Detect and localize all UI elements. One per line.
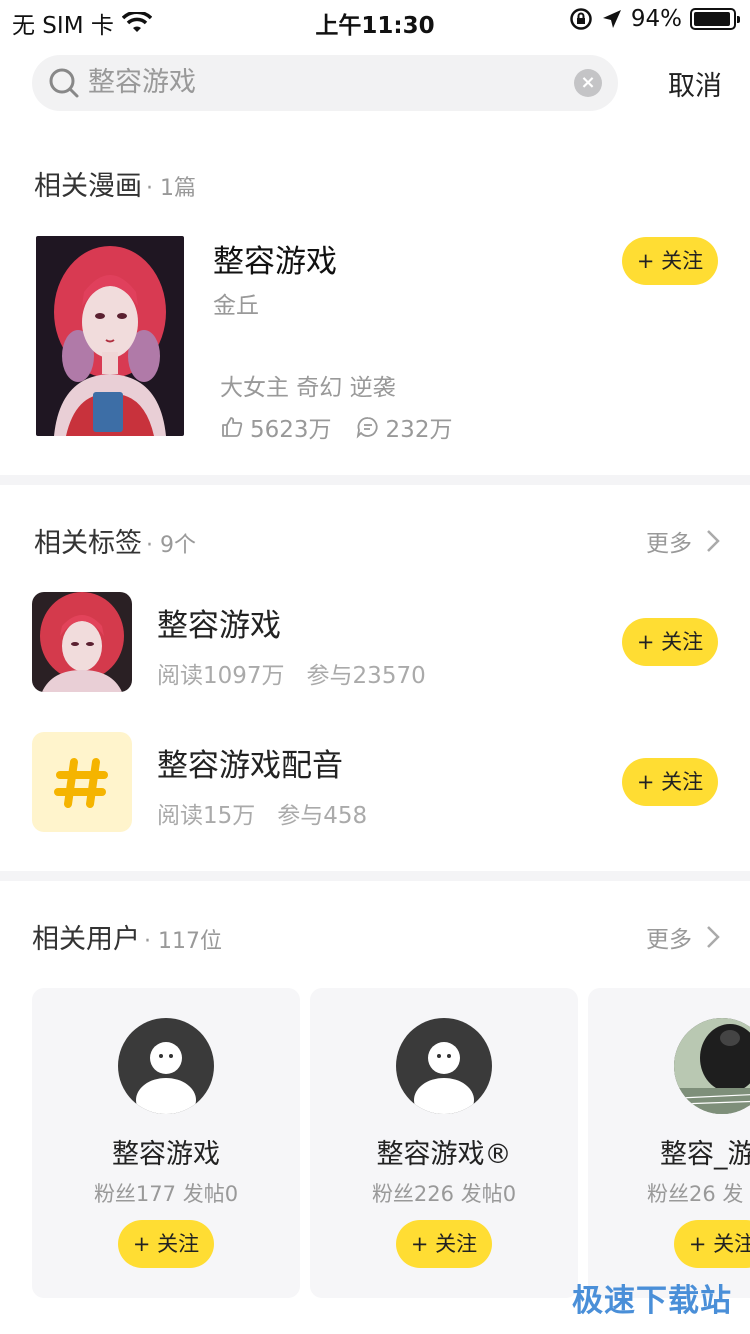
- user-meta: 粉丝26 发: [647, 1182, 744, 1206]
- battery-fill: [694, 12, 730, 26]
- tag-thumbnail-hash[interactable]: [32, 732, 132, 832]
- more-label: 更多: [646, 927, 692, 953]
- user-meta: 粉丝226 发帖0: [371, 1182, 517, 1206]
- section-title-comics: 相关漫画 · 1篇: [34, 164, 196, 203]
- tag-reads: 阅读1097万: [157, 663, 285, 689]
- tag-meta: 阅读1097万 参与23570: [157, 656, 426, 690]
- section-divider: [0, 871, 750, 881]
- section-label: 相关漫画: [34, 171, 142, 202]
- search-icon: [49, 68, 79, 98]
- section-label: 相关用户: [32, 924, 140, 955]
- search-bar[interactable]: ×: [32, 55, 618, 111]
- follow-user-button[interactable]: + 关注: [674, 1220, 750, 1268]
- tag-name[interactable]: 整容游戏: [157, 600, 281, 645]
- tag-participants: 参与458: [277, 803, 368, 829]
- more-label: 更多: [646, 531, 692, 557]
- user-name: 整容游戏®: [376, 1139, 512, 1170]
- chevron-right-icon: [707, 530, 720, 552]
- tag-thumbnail-art: [32, 592, 132, 692]
- follow-user-button[interactable]: + 关注: [118, 1220, 214, 1268]
- battery-percent: 94%: [630, 6, 682, 32]
- user-name: 整容_游: [660, 1139, 750, 1170]
- hashtag-icon: [54, 758, 108, 808]
- user-name: 整容游戏: [112, 1139, 220, 1170]
- watermark-label: 极速下载站: [572, 1283, 732, 1319]
- follow-user-button[interactable]: + 关注: [396, 1220, 492, 1268]
- section-title-users: 相关用户 · 117位: [32, 917, 222, 956]
- tag-name[interactable]: 整容游戏配音: [157, 740, 343, 785]
- comment-icon: [356, 417, 378, 439]
- user-card[interactable]: 整容游戏® 粉丝226 发帖0 + 关注: [310, 988, 578, 1298]
- user-card[interactable]: 整容游戏 粉丝177 发帖0 + 关注: [32, 988, 300, 1298]
- comic-cover[interactable]: [36, 236, 184, 436]
- chevron-right-icon: [707, 926, 720, 948]
- tag-thumbnail[interactable]: [32, 592, 132, 692]
- section-count: · 1篇: [146, 176, 196, 201]
- tags-more-link[interactable]: 更多: [646, 524, 720, 558]
- status-bar: 无 SIM 卡 上午11:30 94%: [0, 0, 750, 40]
- cancel-button[interactable]: 取消: [668, 64, 722, 103]
- comic-stats: 5623万 232万: [220, 410, 476, 444]
- user-meta: 粉丝177 发帖0: [93, 1182, 239, 1206]
- follow-tag-button[interactable]: + 关注: [622, 758, 718, 806]
- follow-comic-button[interactable]: + 关注: [622, 237, 718, 285]
- tag-reads: 阅读15万: [157, 803, 256, 829]
- comic-cover-art: [36, 236, 184, 436]
- tag-participants: 参与23570: [306, 663, 426, 689]
- thumbs-up-icon: [222, 417, 243, 437]
- user-avatar-photo: [674, 1018, 750, 1114]
- comments-count: 232万: [385, 417, 453, 443]
- clear-icon[interactable]: ×: [574, 69, 602, 97]
- comic-tags: 大女主 奇幻 逆袭: [220, 375, 396, 401]
- comments-stat: 232万: [356, 410, 453, 444]
- section-count: · 117位: [144, 929, 222, 954]
- status-right: 94%: [561, 6, 740, 32]
- section-count: · 9个: [146, 533, 196, 558]
- comic-title[interactable]: 整容游戏: [213, 236, 337, 281]
- likes-stat: 5623万: [220, 410, 332, 444]
- default-avatar-icon: [118, 1018, 214, 1114]
- follow-tag-button[interactable]: + 关注: [622, 618, 718, 666]
- battery-icon: [690, 8, 740, 30]
- likes-count: 5623万: [250, 417, 332, 443]
- tag-meta: 阅读15万 参与458: [157, 796, 367, 830]
- rotation-lock-icon: [570, 8, 592, 30]
- search-input[interactable]: [88, 55, 558, 111]
- default-avatar-icon: [396, 1018, 492, 1114]
- location-icon: [602, 10, 621, 28]
- user-card[interactable]: 整容_游 粉丝26 发 + 关注: [588, 988, 750, 1298]
- users-more-link[interactable]: 更多: [646, 920, 720, 954]
- section-title-tags: 相关标签 · 9个: [34, 521, 196, 560]
- section-label: 相关标签: [34, 528, 142, 559]
- comic-author[interactable]: 金丘: [213, 286, 259, 320]
- section-divider: [0, 475, 750, 485]
